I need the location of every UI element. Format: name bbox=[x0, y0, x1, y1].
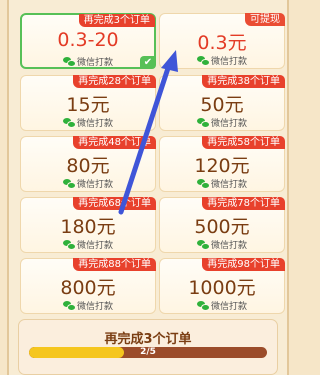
wechat-icon bbox=[196, 118, 210, 128]
payout-method: 微信打款 bbox=[160, 238, 284, 251]
payout-method: 微信打款 bbox=[160, 54, 284, 67]
order-requirement-tag: 再完成28个订单 bbox=[73, 75, 156, 88]
payout-label: 微信打款 bbox=[210, 57, 247, 67]
payout-method: 微信打款 bbox=[21, 177, 155, 190]
reward-amount: 15元 bbox=[66, 94, 110, 116]
payout-label: 微信打款 bbox=[210, 241, 247, 251]
payout-label: 微信打款 bbox=[210, 119, 247, 129]
payout-label: 微信打款 bbox=[76, 241, 113, 251]
reward-amount: 800元 bbox=[60, 277, 116, 299]
reward-amount: 1000元 bbox=[188, 277, 256, 299]
payout-method: 微信打款 bbox=[160, 116, 284, 129]
order-requirement-tag: 再完成88个订单 bbox=[73, 258, 156, 271]
wechat-icon bbox=[62, 57, 76, 67]
order-requirement-tag: 再完成38个订单 bbox=[202, 75, 285, 88]
reward-amount: 50元 bbox=[200, 94, 244, 116]
payout-label: 微信打款 bbox=[76, 119, 113, 129]
order-requirement-tag: 再完成3个订单 bbox=[78, 14, 155, 27]
reward-amount: 80元 bbox=[66, 155, 110, 177]
reward-card-3[interactable]: 再完成28个订单 15元 微信打款 bbox=[20, 75, 156, 131]
order-requirement-tag: 再完成58个订单 bbox=[202, 136, 285, 149]
payout-label: 微信打款 bbox=[76, 302, 113, 312]
order-requirement-tag: 再完成98个订单 bbox=[202, 258, 285, 271]
reward-card-5[interactable]: 再完成48个订单 80元 微信打款 bbox=[20, 136, 156, 192]
wechat-icon bbox=[196, 240, 210, 250]
wechat-icon bbox=[62, 240, 76, 250]
progress-title: 再完成3个订单 bbox=[104, 332, 192, 347]
reward-card-4[interactable]: 再完成38个订单 50元 微信打款 bbox=[159, 75, 285, 131]
payout-label: 微信打款 bbox=[76, 58, 113, 68]
wechat-icon bbox=[196, 56, 210, 66]
payout-label: 微信打款 bbox=[210, 302, 247, 312]
payout-method: 微信打款 bbox=[160, 177, 284, 190]
reward-card-6[interactable]: 再完成58个订单 120元 微信打款 bbox=[159, 136, 285, 192]
payout-method: 微信打款 bbox=[22, 55, 154, 68]
payout-method: 微信打款 bbox=[21, 299, 155, 312]
payout-label: 微信打款 bbox=[76, 180, 113, 190]
reward-card-8[interactable]: 再完成78个订单 500元 微信打款 bbox=[159, 197, 285, 253]
progress-label: 2/5 bbox=[140, 347, 156, 357]
order-requirement-tag: 再完成78个订单 bbox=[202, 197, 285, 210]
payout-method: 微信打款 bbox=[21, 116, 155, 129]
reward-amount: 500元 bbox=[194, 216, 250, 238]
payout-label: 微信打款 bbox=[210, 180, 247, 190]
reward-card-1[interactable]: 再完成3个订单 0.3-20 微信打款 ✔ bbox=[20, 13, 156, 69]
progress-bar: 2/5 bbox=[29, 347, 267, 358]
order-requirement-tag: 再完成68个订单 bbox=[73, 197, 156, 210]
reward-amount: 120元 bbox=[194, 155, 250, 177]
reward-amount: 0.3元 bbox=[197, 32, 247, 54]
reward-card-9[interactable]: 再完成88个订单 800元 微信打款 bbox=[20, 258, 156, 314]
wechat-icon bbox=[62, 179, 76, 189]
reward-amount: 0.3-20 bbox=[57, 29, 119, 51]
wechat-icon bbox=[196, 179, 210, 189]
checkmark-icon: ✔ bbox=[140, 56, 156, 69]
wechat-icon bbox=[196, 301, 210, 311]
wechat-icon bbox=[62, 118, 76, 128]
order-requirement-tag: 再完成48个订单 bbox=[73, 136, 156, 149]
reward-card-10[interactable]: 再完成98个订单 1000元 微信打款 bbox=[159, 258, 285, 314]
reward-card-7[interactable]: 再完成68个订单 180元 微信打款 bbox=[20, 197, 156, 253]
progress-panel: 再完成3个订单 2/5 bbox=[18, 319, 278, 375]
payout-method: 微信打款 bbox=[21, 238, 155, 251]
payout-method: 微信打款 bbox=[160, 299, 284, 312]
reward-card-2[interactable]: 可提现 0.3元 微信打款 bbox=[159, 13, 285, 69]
withdraw-tag: 可提现 bbox=[245, 13, 285, 26]
wechat-icon bbox=[62, 301, 76, 311]
reward-amount: 180元 bbox=[60, 216, 116, 238]
